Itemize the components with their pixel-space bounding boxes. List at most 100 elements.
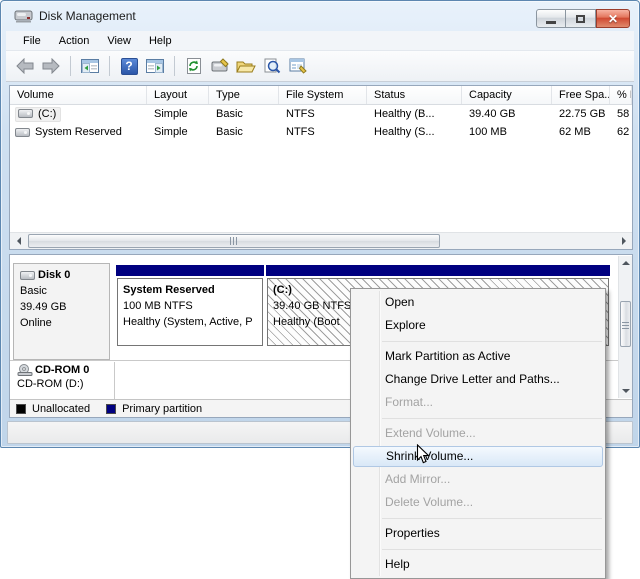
table-row[interactable]: (C:) Simple Basic NTFS Healthy (B... 39.…	[10, 105, 632, 123]
menu-item-open[interactable]: Open	[351, 291, 605, 314]
menu-item-change-drive-letter[interactable]: Change Drive Letter and Paths...	[351, 368, 605, 391]
disk-size: 39.49 GB	[20, 301, 67, 313]
menu-item-add-mirror: Add Mirror...	[385, 472, 451, 486]
cdrom-name: CD-ROM 0	[35, 364, 90, 376]
close-icon: ✕	[607, 11, 619, 26]
primary-partition-bar	[266, 265, 610, 276]
show-action-pane-icon[interactable]	[144, 55, 166, 77]
cell-file-system: NTFS	[286, 126, 315, 138]
back-icon[interactable]	[14, 55, 36, 77]
menu-bar: File Action View Help	[6, 31, 634, 51]
close-button[interactable]: ✕	[596, 9, 630, 28]
disk-name: Disk 0	[38, 269, 71, 281]
horizontal-scrollbar[interactable]	[10, 232, 632, 249]
partition-status: Healthy (System, Active, P	[123, 316, 253, 328]
disk-icon	[20, 270, 35, 280]
column-header-layout[interactable]: Layout	[147, 86, 209, 104]
menu-item-format: Format...	[385, 395, 434, 409]
cell-file-system: NTFS	[286, 108, 315, 120]
help-icon[interactable]: ?	[118, 55, 140, 77]
menu-action[interactable]: Action	[50, 32, 99, 50]
menu-item-help[interactable]: Help	[351, 553, 605, 576]
menu-item-shrink-volume[interactable]: Shrink Volume...	[353, 446, 603, 467]
scroll-right-arrow[interactable]	[615, 233, 632, 249]
primary-partition-swatch	[106, 403, 117, 414]
volume-list-pane: Volume Layout Type File System Status Ca…	[9, 85, 633, 250]
cell-capacity: 100 MB	[469, 126, 507, 138]
cell-type: Basic	[216, 126, 243, 138]
cell-free-space: 62 MB	[559, 126, 591, 138]
partition-system-reserved[interactable]: System Reserved 100 MB NTFS Healthy (Sys…	[116, 265, 264, 346]
column-header-capacity[interactable]: Capacity	[462, 86, 552, 104]
column-header-volume[interactable]: Volume	[10, 86, 147, 104]
volume-name: (C:)	[38, 107, 57, 120]
menu-help[interactable]: Help	[140, 32, 181, 50]
scroll-up-arrow[interactable]	[619, 256, 632, 270]
menu-item-explore[interactable]: Explore	[351, 314, 605, 337]
cell-capacity: 39.40 GB	[469, 108, 516, 120]
cdrom-icon	[17, 364, 33, 376]
volume-name: System Reserved	[35, 126, 122, 138]
legend-label: Unallocated	[32, 402, 91, 415]
primary-partition-bar	[116, 265, 264, 276]
scroll-left-arrow[interactable]	[10, 233, 27, 249]
title-bar[interactable]: Disk Management ✕	[1, 1, 639, 31]
cdrom-label-panel[interactable]: CD-ROM 0 CD-ROM (D:)	[13, 363, 110, 398]
app-icon	[14, 10, 33, 23]
customize-icon[interactable]	[287, 55, 309, 77]
volume-icon	[18, 109, 33, 118]
menu-separator	[351, 337, 605, 345]
volume-list-header: Volume Layout Type File System Status Ca…	[10, 86, 632, 105]
menu-separator	[351, 545, 605, 553]
table-row[interactable]: System Reserved Simple Basic NTFS Health…	[10, 123, 632, 141]
menu-item-properties[interactable]: Properties	[351, 522, 605, 545]
refresh-icon[interactable]	[183, 55, 205, 77]
disk0-label-panel[interactable]: Disk 0 Basic 39.49 GB Online	[13, 263, 110, 360]
minimize-button[interactable]	[536, 9, 566, 28]
column-header-free-space[interactable]: Free Spa...	[552, 86, 610, 104]
volume-icon	[15, 127, 30, 137]
vertical-scrollbar-thumb[interactable]	[620, 301, 631, 347]
maximize-icon	[576, 14, 585, 23]
show-console-tree-icon[interactable]	[79, 55, 101, 77]
cell-layout: Simple	[154, 126, 188, 138]
horizontal-scrollbar-thumb[interactable]	[28, 234, 440, 248]
mouse-cursor	[416, 444, 430, 464]
menu-view[interactable]: View	[98, 32, 140, 50]
forward-icon[interactable]	[40, 55, 62, 77]
cell-status: Healthy (S...	[374, 126, 435, 138]
toolbar: ?	[6, 51, 634, 82]
maximize-button[interactable]	[566, 9, 596, 28]
window-title: Disk Management	[39, 9, 136, 23]
cell-percent-free: 58	[617, 108, 630, 120]
column-header-type[interactable]: Type	[209, 86, 279, 104]
toolbar-separator	[174, 56, 175, 76]
menu-file[interactable]: File	[14, 32, 50, 50]
scroll-down-arrow[interactable]	[619, 384, 632, 398]
open-folder-icon[interactable]	[235, 55, 257, 77]
column-header-percent-free[interactable]: % F	[610, 86, 632, 104]
context-menu: Open Explore Mark Partition as Active Ch…	[350, 288, 606, 579]
column-header-status[interactable]: Status	[367, 86, 462, 104]
column-header-file-system[interactable]: File System	[279, 86, 367, 104]
legend-label: Primary partition	[122, 402, 203, 415]
toolbar-separator	[70, 56, 71, 76]
menu-item-delete-volume: Delete Volume...	[385, 495, 474, 509]
menu-item-mark-partition-active[interactable]: Mark Partition as Active	[351, 345, 605, 368]
disk-status: Online	[20, 317, 52, 329]
partition-size: 100 MB NTFS	[123, 300, 193, 312]
cell-layout: Simple	[154, 108, 188, 120]
cell-percent-free: 62	[617, 126, 630, 138]
menu-separator	[351, 514, 605, 522]
menu-separator	[351, 414, 605, 422]
disk-properties-icon[interactable]	[209, 55, 231, 77]
menu-item-extend-volume: Extend Volume...	[385, 426, 476, 440]
partition-title: System Reserved	[123, 284, 215, 296]
cell-type: Basic	[216, 108, 243, 120]
cdrom-drive-letter: CD-ROM (D:)	[17, 378, 84, 390]
disk-type: Basic	[20, 285, 47, 297]
minimize-icon	[546, 21, 556, 24]
view-icon[interactable]	[261, 55, 283, 77]
vertical-scrollbar[interactable]	[618, 256, 632, 398]
cell-status: Healthy (B...	[374, 108, 435, 120]
